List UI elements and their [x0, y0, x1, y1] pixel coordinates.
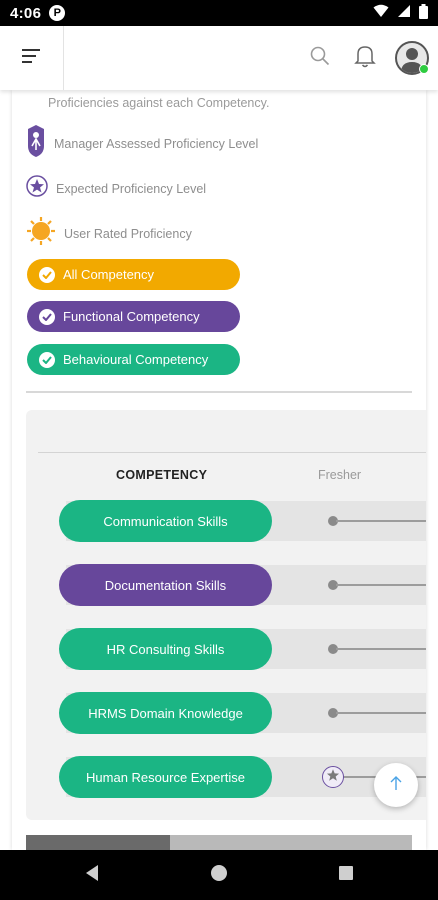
- section-divider: [26, 391, 412, 393]
- system-navigation-bar: [0, 850, 438, 900]
- check-icon: [39, 351, 55, 368]
- filter-label: Behavioural Competency: [63, 352, 209, 367]
- check-icon: [39, 308, 55, 325]
- filter-label: Functional Competency: [63, 309, 200, 324]
- proficiency-line: [336, 520, 426, 522]
- menu-icon: [21, 48, 42, 68]
- manager-person-icon: [26, 124, 46, 163]
- recents-icon: [338, 865, 354, 886]
- proficiency-line: [336, 584, 426, 586]
- battery-icon: [419, 3, 428, 23]
- legend-user-rated: User Rated Proficiency: [26, 216, 192, 251]
- menu-button[interactable]: [0, 26, 64, 90]
- wifi-icon: [373, 4, 389, 22]
- status-bar: 4:06 P: [0, 0, 438, 26]
- bell-icon: [354, 44, 376, 73]
- back-button[interactable]: [80, 863, 104, 887]
- scrollbar-thumb[interactable]: [26, 835, 170, 850]
- star-icon: [326, 768, 340, 787]
- column-header-level: Fresher: [318, 468, 362, 482]
- recents-button[interactable]: [334, 863, 358, 887]
- sun-icon: [26, 216, 56, 251]
- legend-manager: Manager Assessed Proficiency Level: [26, 124, 258, 163]
- competency-pill[interactable]: HR Consulting Skills: [59, 628, 272, 670]
- filter-label: All Competency: [63, 267, 155, 282]
- home-icon: [210, 864, 228, 887]
- home-button[interactable]: [207, 863, 231, 887]
- legend-label: Expected Proficiency Level: [56, 181, 207, 196]
- status-time: 4:06: [10, 4, 42, 22]
- search-button[interactable]: [304, 42, 336, 74]
- legend-expected: Expected Proficiency Level: [26, 175, 206, 202]
- online-status-dot: [419, 64, 429, 74]
- filter-functional-competency[interactable]: Functional Competency: [27, 301, 240, 332]
- app-notification-badge: P: [49, 5, 66, 21]
- filter-all-competency[interactable]: All Competency: [27, 259, 240, 290]
- check-icon: [39, 266, 55, 283]
- app-top-bar: [0, 26, 438, 90]
- column-header-competency: COMPETENCY: [116, 468, 208, 482]
- star-icon: [26, 175, 48, 202]
- signal-icon: [397, 4, 411, 22]
- competency-pill[interactable]: Communication Skills: [59, 500, 272, 542]
- intro-text: Proficiencies against each Competency.: [48, 96, 270, 110]
- proficiency-line: [336, 712, 426, 714]
- back-icon: [84, 864, 100, 887]
- competency-pill[interactable]: HRMS Domain Knowledge: [59, 692, 272, 734]
- arrow-up-icon: [389, 775, 403, 796]
- filter-behavioural-competency[interactable]: Behavioural Competency: [27, 344, 240, 375]
- competency-table: COMPETENCY Fresher Communication Skills …: [26, 410, 426, 820]
- table-top-rule: [38, 452, 426, 453]
- competency-pill[interactable]: Documentation Skills: [59, 564, 272, 606]
- legend-label: Manager Assessed Proficiency Level: [54, 136, 259, 151]
- competency-pill[interactable]: Human Resource Expertise: [59, 756, 272, 798]
- legend-label: User Rated Proficiency: [64, 226, 192, 241]
- search-icon: [310, 46, 330, 71]
- expected-level-star: [322, 766, 344, 788]
- notifications-button[interactable]: [349, 42, 381, 74]
- horizontal-scrollbar[interactable]: [26, 835, 412, 850]
- competency-card: Proficiencies against each Competency. M…: [12, 90, 426, 850]
- proficiency-line: [336, 648, 426, 650]
- scroll-to-top-button[interactable]: [374, 763, 418, 807]
